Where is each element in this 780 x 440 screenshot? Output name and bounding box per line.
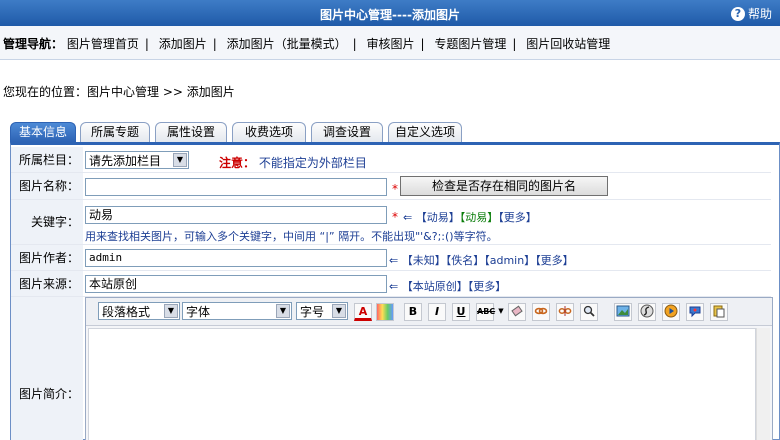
find-icon[interactable]: [580, 303, 598, 321]
nav-item-special-pictures[interactable]: 专题图片管理: [434, 37, 506, 51]
tab-attributes[interactable]: 属性设置: [155, 122, 227, 142]
column-label: 所属栏目：: [11, 147, 83, 172]
image-icon[interactable]: [614, 303, 632, 321]
picture-name-input[interactable]: [85, 178, 387, 196]
chevron-down-icon: ▼: [173, 153, 187, 167]
tab-charge-options[interactable]: 收费选项: [232, 122, 306, 142]
keyword-suggestion-link[interactable]: 【动易】: [460, 211, 499, 224]
link-icon[interactable]: [532, 303, 550, 321]
row-picture-name: 图片名称： * 检查是否存在相同的图片名: [11, 173, 771, 200]
intro-label: 图片简介：: [11, 297, 83, 440]
row-author: 图片作者： admin ⇐ 【未知】【佚名】【admin】【更多】: [11, 245, 771, 271]
author-suggestion-link[interactable]: 【佚名】: [446, 254, 485, 267]
required-mark: *: [392, 182, 398, 196]
source-label: 图片来源：: [11, 271, 83, 296]
nav-separator: |: [144, 37, 149, 51]
bold-icon[interactable]: B: [404, 303, 422, 321]
eraser-icon[interactable]: [508, 303, 526, 321]
paste-icon[interactable]: [710, 303, 728, 321]
suggest-arrow-icon: ⇐: [389, 254, 399, 267]
highlight-color-icon[interactable]: [376, 303, 394, 321]
column-note-prefix: 注意：: [219, 156, 256, 170]
nav-label: 管理导航：: [3, 37, 64, 51]
tab-basic-info[interactable]: 基本信息: [10, 122, 76, 142]
flash-icon[interactable]: [638, 303, 656, 321]
editor-content-area[interactable]: [88, 328, 756, 440]
keywords-hint: 用来查找相关图片，可输入多个关键字，中间用 “|” 隔开。不能出现"'&?;:(…: [85, 230, 498, 243]
font-color-icon[interactable]: A: [354, 303, 372, 321]
nav-item-add-picture[interactable]: 添加图片: [159, 37, 207, 51]
paragraph-format-select[interactable]: 段落格式 ▼: [98, 302, 180, 320]
nav-separator: |: [420, 37, 425, 51]
author-label: 图片作者：: [11, 245, 83, 270]
chevron-down-icon: ▼: [276, 304, 290, 318]
underline-icon[interactable]: U: [452, 303, 470, 321]
keyword-more-link[interactable]: 【更多】: [498, 211, 537, 224]
keywords-label: 关键字：: [11, 200, 83, 244]
row-column: 所属栏目： 请先添加栏目 ▼ 注意： 不能指定为外部栏目: [11, 147, 771, 173]
chevron-down-icon: ▼: [164, 304, 178, 318]
row-keywords: 关键字： 动易 * ⇐ 【动易】【动易】【更多】 用来查找相关图片，可输入多个关…: [11, 200, 771, 245]
form-panel: 所属栏目： 请先添加栏目 ▼ 注意： 不能指定为外部栏目 图片名称： * 检查是…: [10, 142, 780, 440]
author-input[interactable]: admin: [85, 249, 387, 267]
tab-custom-options[interactable]: 自定义选项: [388, 122, 462, 142]
media-icon[interactable]: [662, 303, 680, 321]
page-title: 图片中心管理----添加图片: [320, 8, 460, 22]
help-icon: ?: [730, 6, 745, 21]
unlink-icon[interactable]: [556, 303, 574, 321]
tab-survey-settings[interactable]: 调查设置: [311, 122, 383, 142]
author-more-link[interactable]: 【更多】: [535, 254, 574, 267]
author-suggestion-link[interactable]: 【admin】: [484, 254, 535, 267]
suggest-arrow-icon: ⇐: [403, 211, 413, 224]
emoticon-icon[interactable]: [686, 303, 704, 321]
source-suggestion-link[interactable]: 【本站原创】: [402, 280, 468, 293]
help-label: 帮助: [747, 7, 772, 21]
keywords-input[interactable]: 动易: [85, 206, 387, 224]
source-suggestions: ⇐ 【本站原创】【更多】: [389, 278, 506, 294]
check-duplicate-button[interactable]: 检查是否存在相同的图片名: [400, 176, 608, 196]
row-intro: 图片简介： 段落格式 ▼ 字体 ▼ 字号 ▼ A B I U ABC ▼: [11, 297, 773, 440]
font-select[interactable]: 字体 ▼: [182, 302, 292, 320]
breadcrumb: 您现在的位置：图片中心管理 >> 添加图片: [3, 85, 235, 99]
source-input[interactable]: 本站原创: [85, 275, 387, 293]
keyword-suggestion-link[interactable]: 【动易】: [416, 211, 460, 224]
chevron-down-icon: ▼: [332, 304, 346, 318]
suggest-arrow-icon: ⇐: [389, 280, 399, 293]
nav-separator: |: [212, 37, 217, 51]
font-value: 字体: [186, 304, 211, 319]
font-size-value: 字号: [300, 304, 325, 319]
nav-separator: |: [512, 37, 517, 51]
keyword-suggestions: ⇐ 【动易】【动易】【更多】: [403, 209, 537, 225]
nav-item-add-picture-batch[interactable]: 添加图片（批量模式）: [227, 37, 347, 51]
column-select-value: 请先添加栏目: [89, 153, 162, 168]
column-note-text: 不能指定为外部栏目: [258, 156, 367, 170]
nav-separator: |: [352, 37, 357, 51]
editor-scrollbar[interactable]: [756, 328, 770, 440]
nav-item-recycle-bin[interactable]: 图片回收站管理: [526, 37, 610, 51]
paragraph-format-value: 段落格式: [102, 304, 151, 319]
author-suggestion-link[interactable]: 【未知】: [402, 254, 446, 267]
required-mark: *: [392, 210, 398, 224]
tab-special-topic[interactable]: 所属专题: [80, 122, 150, 142]
italic-icon[interactable]: I: [428, 303, 446, 321]
author-suggestions: ⇐ 【未知】【佚名】【admin】【更多】: [389, 252, 574, 268]
editor-toolbar: 段落格式 ▼ 字体 ▼ 字号 ▼ A B I U ABC ▼: [86, 298, 772, 326]
source-more-link[interactable]: 【更多】: [468, 280, 507, 293]
row-source: 图片来源： 本站原创 ⇐ 【本站原创】【更多】: [11, 271, 771, 297]
nav-item-picture-home[interactable]: 图片管理首页: [67, 37, 139, 51]
column-note: 注意： 不能指定为外部栏目: [219, 154, 367, 171]
title-bar: 图片中心管理----添加图片 ? 帮助: [0, 0, 780, 26]
rich-text-editor: 段落格式 ▼ 字体 ▼ 字号 ▼ A B I U ABC ▼: [85, 297, 773, 440]
font-size-select[interactable]: 字号 ▼: [296, 302, 348, 320]
strikethrough-icon[interactable]: ABC: [476, 303, 495, 321]
help-link[interactable]: ? 帮助: [730, 5, 772, 22]
picture-name-label: 图片名称：: [11, 173, 83, 199]
admin-nav-bar: 管理导航： 图片管理首页 | 添加图片 | 添加图片（批量模式） | 审核图片 | 专题…: [0, 26, 780, 60]
nav-item-review-pictures[interactable]: 审核图片: [367, 37, 415, 51]
dropdown-icon[interactable]: ▼: [496, 303, 506, 321]
column-select[interactable]: 请先添加栏目 ▼: [85, 151, 189, 169]
